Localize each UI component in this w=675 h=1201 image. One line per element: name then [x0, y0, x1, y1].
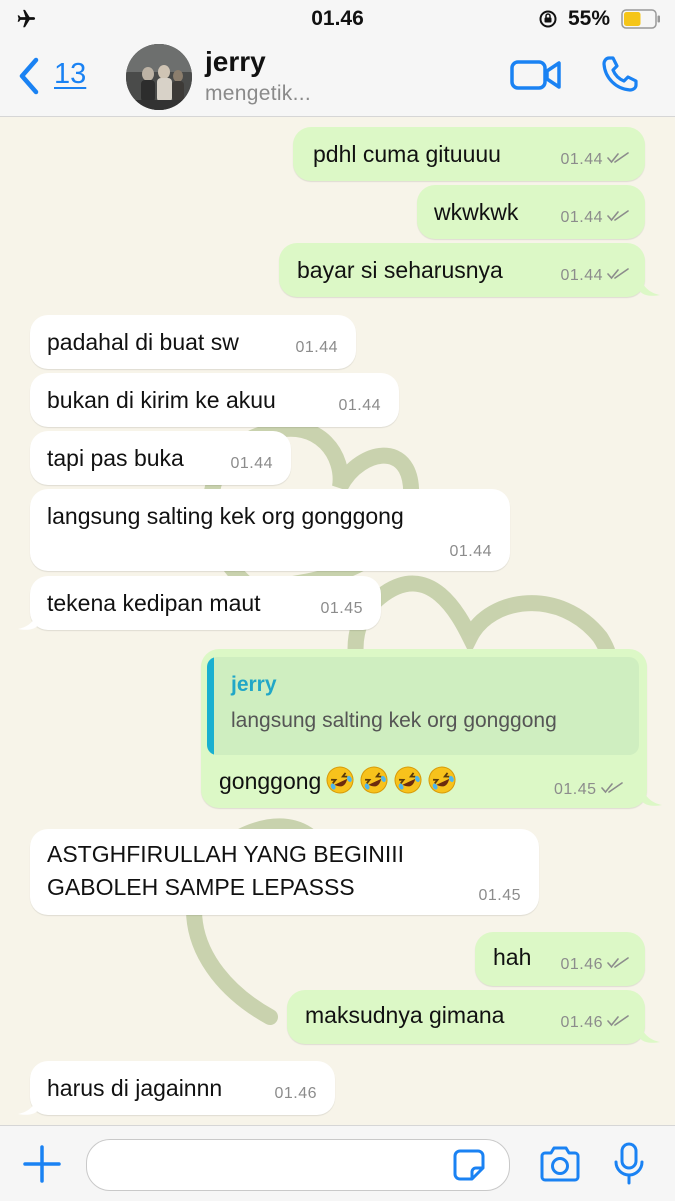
message-text-line: GABOLEH SAMPE LEPASSS: [47, 874, 355, 900]
status-bar: 01.46 55%: [0, 0, 675, 38]
message-text: maksudnya gimana: [305, 1002, 505, 1028]
message-text: tapi pas buka: [47, 445, 184, 471]
laughing-emoji-group: [321, 766, 457, 794]
message-text: gonggong: [219, 765, 457, 797]
video-call-icon[interactable]: [510, 58, 562, 92]
rolling-laughing-emoji: [360, 766, 388, 794]
message-bubble-incoming[interactable]: langsung salting kek org gonggong 01.44: [30, 489, 510, 571]
message-bubble-incoming[interactable]: bukan di kirim ke akuu 01.44: [30, 373, 399, 427]
message-bubble-incoming[interactable]: harus di jagainnn 01.46: [30, 1061, 335, 1115]
message-bubble-outgoing[interactable]: wkwkwk 01.44: [417, 185, 645, 239]
message-text: hah: [493, 944, 532, 970]
camera-icon[interactable]: [538, 1146, 582, 1182]
message-time: 01.45: [554, 781, 623, 799]
message-text: bukan di kirim ke akuu: [47, 387, 276, 413]
quoted-text: langsung salting kek org gonggong: [231, 709, 557, 732]
read-ticks-icon: [607, 152, 629, 164]
message-list[interactable]: pdhl cuma gituuuu 01.44 wkwkwk 01.44 bay…: [0, 117, 675, 1125]
bubble-tail: [640, 1022, 660, 1043]
message-text: wkwkwk: [434, 199, 519, 225]
message-time: 01.45: [478, 887, 521, 904]
plus-icon[interactable]: [22, 1144, 62, 1184]
sticker-icon[interactable]: [452, 1148, 486, 1182]
message-bubble-incoming[interactable]: padahal di buat sw 01.44: [30, 315, 356, 369]
battery-icon: [621, 9, 660, 29]
message-time: 01.44: [560, 209, 629, 227]
bubble-tail: [640, 275, 660, 296]
avatar[interactable]: [126, 44, 192, 110]
message-time: 01.44: [449, 543, 492, 560]
message-text: bayar si seharusnya: [297, 257, 503, 283]
message-time: 01.44: [560, 151, 629, 169]
read-ticks-icon: [607, 957, 629, 969]
message-time: 01.46: [560, 956, 629, 974]
message-time: 01.44: [560, 267, 629, 285]
message-bubble-incoming[interactable]: tekena kedipan maut 01.45: [30, 576, 381, 630]
bubble-tail: [18, 609, 38, 630]
quoted-message[interactable]: jerry langsung salting kek org gonggong: [207, 657, 639, 755]
message-time: 01.44: [230, 455, 273, 472]
message-time: 01.44: [338, 397, 381, 414]
phone-call-icon[interactable]: [600, 54, 640, 94]
message-text: padahal di buat sw: [47, 329, 239, 355]
composer-bar: [0, 1125, 675, 1201]
message-bubble-outgoing[interactable]: pdhl cuma gituuuu 01.44: [293, 127, 645, 181]
read-ticks-icon: [607, 268, 629, 280]
message-time: 01.44: [295, 339, 338, 356]
contact-status: mengetik...: [205, 82, 312, 105]
rotation-lock-icon: [539, 10, 557, 28]
rolling-laughing-emoji: [394, 766, 422, 794]
message-time: 01.46: [274, 1085, 317, 1102]
back-chevron-icon[interactable]: [14, 56, 44, 96]
message-bubble-outgoing[interactable]: maksudnya gimana 01.46: [287, 990, 645, 1044]
microphone-icon[interactable]: [612, 1142, 646, 1186]
message-input[interactable]: [86, 1139, 510, 1191]
read-ticks-icon: [607, 1015, 629, 1027]
message-bubble-outgoing[interactable]: bayar si seharusnya 01.44: [279, 243, 645, 297]
message-bubble-outgoing[interactable]: hah 01.46: [475, 932, 645, 986]
rolling-laughing-emoji: [326, 766, 354, 794]
chat-header: 13 jerry mengetik...: [0, 38, 675, 117]
quote-accent-bar: [207, 657, 214, 755]
message-text: langsung salting kek org gonggong: [47, 503, 404, 529]
battery-percent: 55%: [568, 7, 611, 30]
bubble-tail: [642, 785, 662, 806]
message-text: tekena kedipan maut: [47, 590, 261, 616]
message-time: 01.45: [320, 600, 363, 617]
rolling-laughing-emoji: [428, 766, 456, 794]
message-text: pdhl cuma gituuuu: [313, 141, 501, 167]
contact-name[interactable]: jerry: [205, 46, 266, 78]
quoted-sender: jerry: [231, 673, 277, 696]
back-unread-count[interactable]: 13: [54, 58, 86, 91]
message-bubble-incoming[interactable]: tapi pas buka 01.44: [30, 431, 291, 485]
message-text-line: ASTGHFIRULLAH YANG BEGINIII: [47, 841, 405, 867]
bubble-tail: [18, 1094, 38, 1115]
message-time: 01.46: [560, 1014, 629, 1032]
message-bubble-incoming[interactable]: ASTGHFIRULLAH YANG BEGINIII GABOLEH SAMP…: [30, 829, 539, 915]
read-ticks-icon: [600, 782, 623, 794]
read-ticks-icon: [607, 210, 629, 222]
message-text: harus di jagainnn: [47, 1075, 223, 1101]
